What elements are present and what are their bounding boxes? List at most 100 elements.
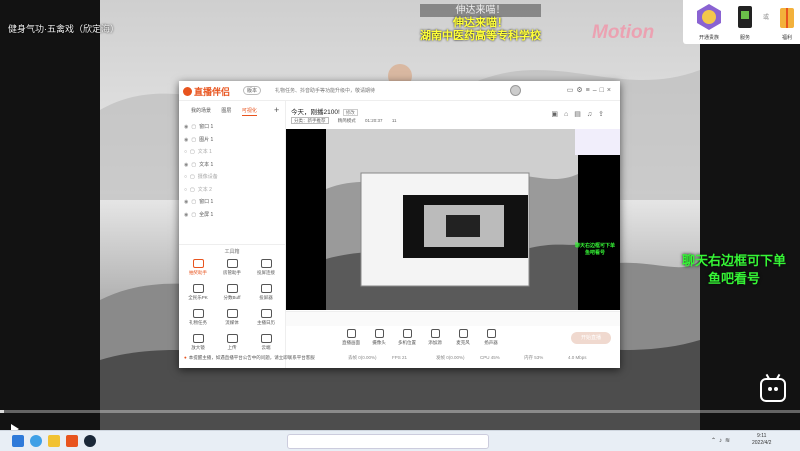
screen-icon	[346, 329, 356, 338]
eye-icon[interactable]: ◉	[184, 162, 188, 168]
gear-icon[interactable]: ⚙	[576, 87, 585, 94]
windows-start-icon[interactable]	[12, 435, 24, 447]
lock-icon[interactable]: ▢	[191, 162, 196, 168]
search-input[interactable]	[287, 434, 489, 449]
maximize-icon[interactable]: □	[600, 87, 607, 94]
toolbox-item[interactable]: 上传	[217, 334, 247, 351]
screenshot-icon[interactable]: ▣	[551, 111, 564, 118]
eye-icon[interactable]: ○	[184, 149, 187, 155]
scene-item[interactable]: ○ ▢ 文本 2	[184, 184, 280, 197]
tool-icon	[226, 259, 238, 268]
chevron-up-icon[interactable]: ⌃	[711, 438, 719, 444]
order-note: 聊天右边框可下单 鱼吧看号	[668, 252, 800, 288]
simple-mode-toggle[interactable]: 精简模式	[338, 118, 356, 123]
lock-icon[interactable]: ▢	[190, 187, 195, 193]
eye-icon[interactable]: ◉	[184, 137, 188, 143]
toolbox-item-label: 分数Buff	[223, 295, 241, 300]
toolbox-item-label: 主播日历	[257, 320, 275, 325]
tab-layers[interactable]: 图层	[221, 108, 231, 114]
control-button[interactable]: 扬声器	[478, 329, 504, 346]
gift-icon	[780, 8, 794, 28]
bell-icon[interactable]: ♫	[587, 111, 598, 118]
scene-item-label: 文本 1	[199, 161, 214, 168]
scene-item[interactable]: ◉ ▢ 全屏 1	[184, 209, 280, 222]
category-select[interactable]: 分类：新手推荐	[291, 117, 329, 124]
toolbox-item[interactable]: 礼物任务	[183, 309, 213, 326]
toolbox-item-label: 全民乐PK	[188, 295, 208, 300]
streaming-app-icon[interactable]	[66, 435, 78, 447]
lock-icon[interactable]: ▢	[191, 212, 196, 218]
scene-item[interactable]: ◉ ▢ 窗口 1	[184, 121, 280, 134]
stream-preview[interactable]: 聊天右边框可下单 鱼吧看号	[286, 129, 620, 310]
toolbox-item[interactable]: 主播日历	[251, 309, 281, 326]
eye-icon[interactable]: ◉	[184, 212, 188, 218]
add-source-icon	[430, 329, 440, 338]
control-label: 麦克风	[456, 340, 470, 345]
lock-icon[interactable]: ▢	[190, 174, 195, 180]
tool-icon	[192, 284, 204, 293]
fan-card[interactable]: 服务	[733, 2, 757, 41]
lock-icon[interactable]: ⌂	[564, 111, 574, 118]
control-button[interactable]: 添加源	[422, 329, 448, 346]
close-icon[interactable]: ×	[607, 87, 614, 94]
edit-title-button[interactable]: 修改	[342, 109, 358, 116]
toolbox-item[interactable]: 放大镜	[183, 334, 213, 351]
video-progress-bar[interactable]	[0, 410, 800, 413]
control-button[interactable]: 直播画面	[338, 329, 364, 346]
control-button[interactable]: 摄像头	[366, 329, 392, 346]
gift-badge[interactable]: 福利	[775, 2, 799, 41]
toolbox-item[interactable]: 流媒体	[217, 309, 247, 326]
toolbox-item[interactable]: 云端	[251, 334, 281, 351]
control-button[interactable]: 多机位置	[394, 329, 420, 346]
clock-date: 2022/4/2	[752, 440, 772, 446]
top-banner: 伸达来喵！ 伸达来喵！ 湖南中医药高等专科学校	[420, 4, 541, 43]
lock-icon[interactable]: ▢	[191, 199, 196, 205]
start-live-button[interactable]: 开始直播	[571, 332, 611, 344]
scene-item[interactable]: ◉ ▢ 图片 1	[184, 134, 280, 147]
microphone-icon	[458, 329, 468, 338]
toolbox-item[interactable]: 投屏连接	[251, 259, 281, 276]
browser-icon[interactable]	[30, 435, 42, 447]
toolbox-item[interactable]: 全民乐PK	[183, 284, 213, 301]
share-icon[interactable]: ⇪	[598, 111, 610, 118]
toolbox-item[interactable]: 投屏器	[251, 284, 281, 301]
eye-icon[interactable]: ◉	[184, 124, 188, 130]
eye-icon[interactable]: ○	[184, 187, 187, 193]
scene-item[interactable]: ◉ ▢ 窗口 1	[184, 196, 280, 209]
message-icon[interactable]: ▭	[567, 87, 577, 94]
scene-item[interactable]: ◉ ▢ 文本 1	[184, 159, 280, 172]
eye-icon[interactable]: ○	[184, 174, 187, 180]
scene-item[interactable]: ○ ▢ 文本 1	[184, 146, 280, 159]
version-button[interactable]: 版本	[243, 86, 262, 95]
toolbox-item[interactable]: 抽奖助手	[183, 259, 213, 276]
tool-icon	[226, 309, 238, 318]
toolbox-item[interactable]: 分数Buff	[217, 284, 247, 301]
network-icon[interactable]: ≋	[725, 438, 733, 444]
taskbar-clock[interactable]: 9:11 2022/4/2	[752, 433, 771, 447]
tab-my-scenes[interactable]: 我的场景	[191, 108, 211, 114]
calendar-icon[interactable]: ▤	[574, 111, 587, 118]
menu-icon[interactable]: ≡	[586, 87, 593, 94]
or-divider: 或	[762, 15, 769, 21]
avatar[interactable]	[510, 85, 521, 96]
multi-camera-icon	[402, 329, 412, 338]
scene-item[interactable]: ○ ▢ 摄像设备	[184, 171, 280, 184]
steam-icon[interactable]	[84, 435, 96, 447]
minimize-icon[interactable]: –	[593, 87, 600, 94]
lock-icon[interactable]: ▢	[191, 124, 196, 130]
add-scene-button[interactable]: +	[274, 105, 279, 115]
scene-list: ◉ ▢ 窗口 1 ◉ ▢ 图片 1 ○ ▢ 文本 1 ◉ ▢ 文本 1 ○ ▢ 摄像设备 ○ ▢ 文本 2 ◉ ▢ 窗口…	[184, 121, 280, 221]
toolbox-item[interactable]: 房管助手	[217, 259, 247, 276]
banner-line-3: 湖南中医药高等专科学校	[420, 30, 541, 42]
folder-icon[interactable]	[48, 435, 60, 447]
control-label: 多机位置	[398, 340, 416, 345]
lock-icon[interactable]: ▢	[191, 137, 196, 143]
tool-icon	[192, 259, 204, 268]
noble-badge[interactable]: 开通贵族	[687, 2, 731, 41]
control-button[interactable]: 麦克风	[450, 329, 476, 346]
tab-visual[interactable]: 可视化	[241, 108, 257, 116]
eye-icon[interactable]: ◉	[184, 199, 188, 205]
toolbox-item-label: 放大镜	[191, 345, 205, 350]
lock-icon[interactable]: ▢	[190, 149, 195, 155]
tool-icon	[226, 334, 238, 343]
